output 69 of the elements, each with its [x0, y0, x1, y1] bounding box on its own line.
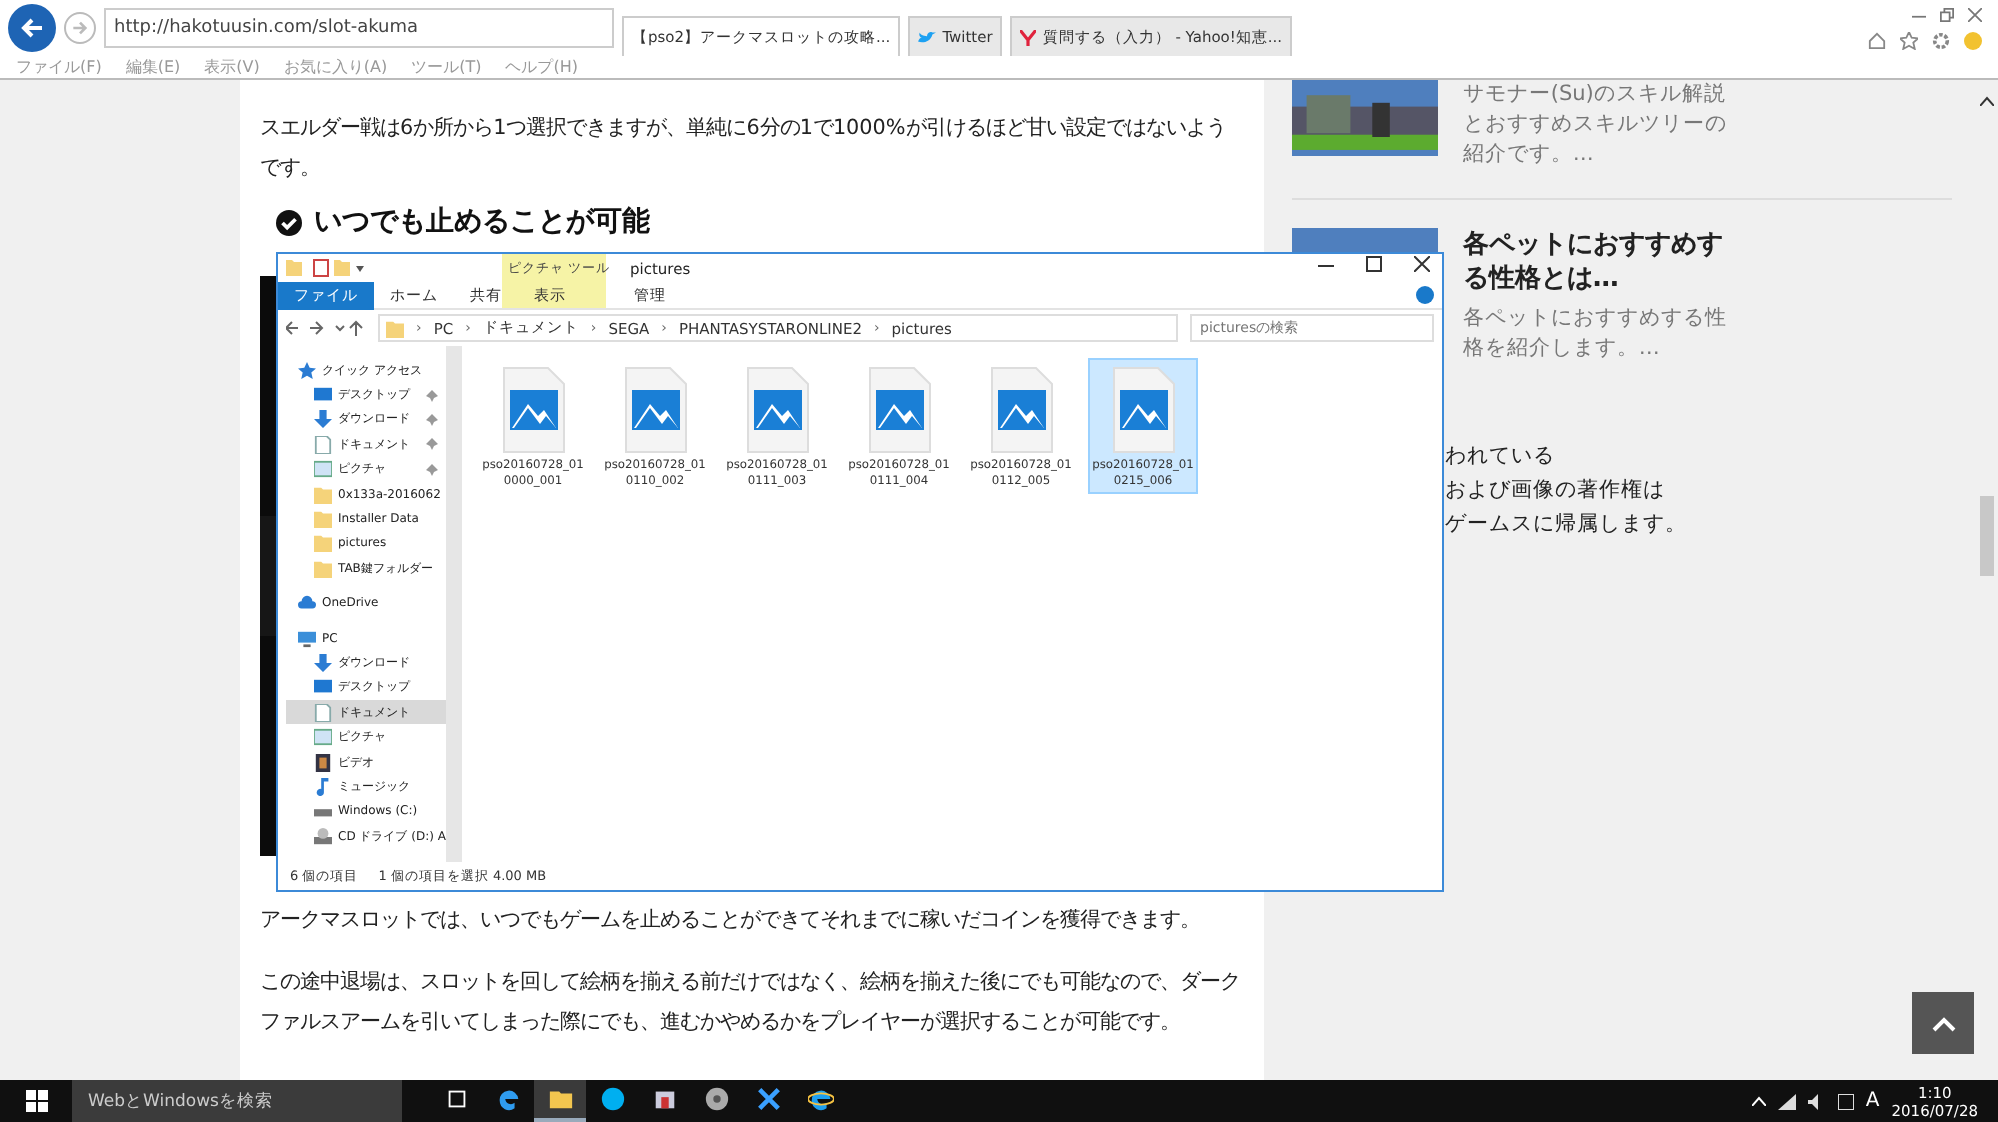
taskbar-app[interactable] — [534, 1080, 586, 1122]
home-icon[interactable] — [1868, 31, 1886, 49]
download-icon — [314, 653, 332, 672]
image-file-icon — [989, 366, 1053, 454]
chevron-up-icon — [1931, 1015, 1955, 1031]
footer-text: われている — [1444, 442, 1557, 472]
scrollbar-thumb[interactable] — [1980, 496, 1995, 576]
post-description: 各ペットにおすすめする性格を紹介します。… — [1462, 304, 1729, 364]
arrow-left-icon — [20, 16, 44, 40]
image-file-icon — [623, 366, 687, 454]
cloud-icon — [298, 594, 316, 613]
help-button[interactable] — [1416, 286, 1434, 304]
restore-button[interactable] — [1940, 7, 1954, 21]
address-field[interactable]: http://hakotuusin.com/slot-akuma — [104, 8, 614, 48]
back-button[interactable] — [8, 4, 56, 52]
folder-icon — [547, 1086, 573, 1112]
footer-text: ゲームスに帰属します。 — [1444, 510, 1689, 540]
pin-icon — [426, 413, 438, 426]
post-description: サモナー(Su)のスキル解説とおすすめスキルツリーの紹介です。… — [1462, 80, 1729, 170]
star-icon[interactable] — [1900, 31, 1918, 49]
monitor-icon — [314, 678, 332, 697]
image-file-icon — [501, 366, 565, 454]
paragraph: この途中退場は、スロットを回して絵柄を揃える前だけではなく、絵柄を揃えた後にでも可能なので、ダークファルスアームを引いてしまった際にでも、進むかやめるかをプレイヤーが選択することが可能です。 — [260, 968, 1242, 1038]
message-icon — [1837, 1093, 1854, 1109]
download-icon — [314, 410, 332, 429]
disc-icon — [703, 1086, 729, 1112]
section-heading: いつでも止めることが可能 — [314, 204, 650, 240]
footer-text: および画像の著作権は — [1444, 476, 1667, 506]
arrow-right-icon — [72, 20, 88, 36]
quick-access-toolbar-icon — [286, 258, 370, 278]
chevron-up-icon — [1751, 1096, 1766, 1106]
check-circle-icon — [276, 209, 302, 235]
image-file-icon — [867, 366, 931, 454]
browser-e-icon — [807, 1086, 833, 1112]
maximize-button[interactable] — [1366, 256, 1382, 272]
url-text: http://hakotuusin.com/slot-akuma — [114, 18, 419, 38]
picture-icon — [314, 728, 332, 747]
windows-icon — [25, 1090, 47, 1112]
pin-icon — [426, 438, 438, 451]
post-title[interactable]: 各ペットにおすすめする性格とは… — [1462, 228, 1733, 296]
task-view-icon — [443, 1086, 469, 1112]
document-icon — [314, 703, 332, 722]
y-logo-icon — [1020, 29, 1037, 45]
folder-icon — [386, 319, 404, 337]
settings-icon[interactable] — [1932, 31, 1950, 49]
paragraph: アークマスロットでは、いつでもゲームを止めることができてそれまでに稼いだコインを獲得できます。 — [260, 906, 1202, 936]
monitor-icon — [314, 386, 332, 405]
document-icon — [314, 435, 332, 454]
scroll-top-button[interactable] — [1912, 992, 1974, 1054]
network-icon — [1777, 1093, 1796, 1109]
picture-icon — [314, 460, 332, 479]
music-note-icon — [314, 777, 332, 796]
scroll-up-icon — [1980, 96, 1995, 106]
image-file-icon — [1111, 366, 1175, 454]
close-button[interactable] — [1414, 256, 1430, 272]
disc-drive-icon — [314, 827, 332, 846]
navigation-arrows-icon — [286, 320, 366, 336]
browser-e-icon — [495, 1086, 521, 1112]
image-file-icon — [745, 366, 809, 454]
paragraph: スエルダー戦は6か所から1つ選択できますが、単純に6分の1で1000%が引けるほど甘い設定ではないようです。 — [260, 114, 1228, 184]
bird-icon — [918, 29, 937, 45]
film-icon — [314, 753, 332, 772]
pin-icon — [426, 389, 438, 402]
tools-icon — [755, 1086, 781, 1112]
ime-indicator[interactable]: A — [1865, 1090, 1880, 1112]
computer-icon — [298, 629, 316, 648]
search-field[interactable]: WebとWindowsを検索 — [72, 1080, 402, 1122]
star-icon — [298, 361, 316, 380]
pin-icon — [426, 463, 438, 476]
